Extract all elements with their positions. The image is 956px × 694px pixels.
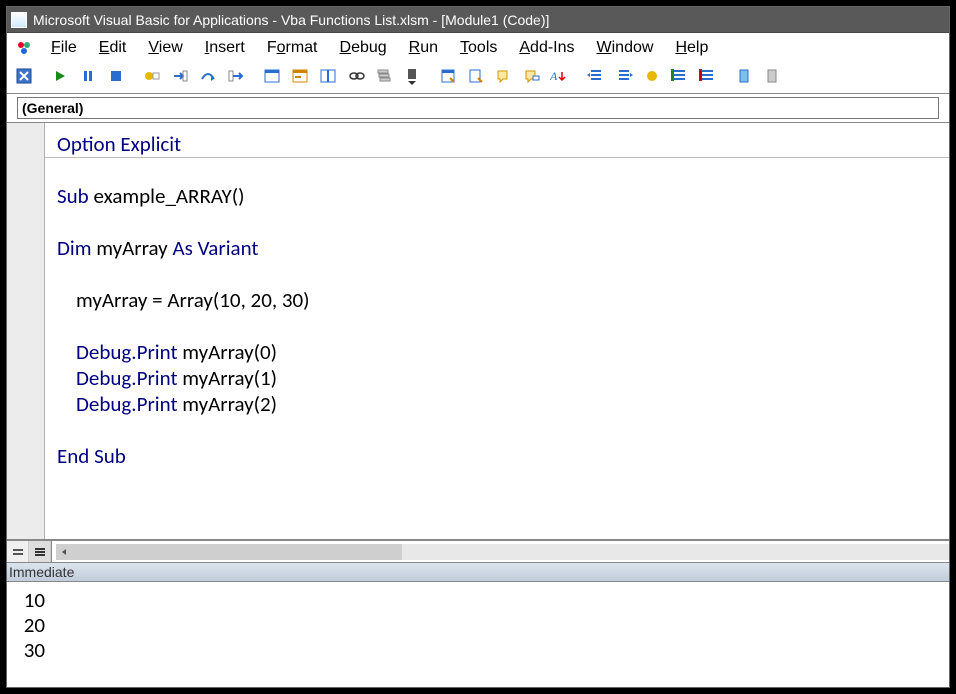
svg-text:A: A — [550, 69, 558, 83]
immediate-window-icon[interactable] — [287, 63, 313, 89]
menu-addins[interactable]: Add-Ins — [509, 37, 584, 59]
toolbar: A — [7, 61, 949, 93]
procedure-view-button[interactable] — [7, 541, 29, 562]
code-area: Option Explicit Sub example_ARRAY() Dim … — [7, 123, 949, 540]
immediate-window[interactable]: 10 20 30 — [7, 582, 949, 687]
locals-window-icon[interactable] — [259, 63, 285, 89]
run-icon[interactable] — [47, 63, 73, 89]
app-icon — [11, 12, 27, 28]
object-dropdown-value: (General) — [22, 100, 83, 116]
step-over-icon[interactable] — [195, 63, 221, 89]
step-out-icon[interactable] — [223, 63, 249, 89]
menu-format[interactable]: Format — [257, 37, 328, 59]
comment-block-icon[interactable] — [667, 63, 693, 89]
menu-tools[interactable]: Tools — [450, 37, 507, 59]
menu-file[interactable]: File — [41, 37, 87, 59]
menu-debug[interactable]: Debug — [330, 37, 397, 59]
menubar: File Edit View Insert Format Debug Run T… — [7, 33, 949, 61]
object-dropdown-bar: (General) — [7, 93, 949, 123]
vbe-window: Microsoft Visual Basic for Applications … — [6, 6, 950, 688]
reset-icon[interactable] — [103, 63, 129, 89]
break-icon[interactable] — [75, 63, 101, 89]
scroll-thumb[interactable] — [72, 544, 402, 560]
breakpoint-hand-icon[interactable] — [639, 63, 665, 89]
margin-indicator-bar[interactable] — [7, 123, 45, 539]
menu-view[interactable]: View — [138, 37, 192, 59]
menu-edit[interactable]: Edit — [89, 37, 137, 59]
call-stack-icon[interactable] — [371, 63, 397, 89]
full-module-view-button[interactable] — [29, 541, 51, 562]
outdent-icon[interactable] — [611, 63, 637, 89]
titlebar[interactable]: Microsoft Visual Basic for Applications … — [7, 7, 949, 33]
horizontal-scrollbar[interactable] — [56, 544, 949, 560]
view-excel-icon[interactable] — [11, 63, 37, 89]
quick-watch-icon[interactable] — [343, 63, 369, 89]
object-dropdown[interactable]: (General) — [17, 97, 939, 119]
indent-icon[interactable] — [583, 63, 609, 89]
vba-addin-icon[interactable] — [13, 37, 35, 59]
menu-window[interactable]: Window — [587, 37, 664, 59]
toggle-breakpoint-icon[interactable] — [139, 63, 165, 89]
menu-help[interactable]: Help — [665, 37, 718, 59]
parameter-info-icon[interactable] — [519, 63, 545, 89]
uncomment-block-icon[interactable] — [695, 63, 721, 89]
scroll-left-icon[interactable] — [56, 544, 72, 560]
list-properties-icon[interactable] — [435, 63, 461, 89]
immediate-window-title[interactable]: Immediate — [7, 562, 949, 582]
list-constants-icon[interactable] — [463, 63, 489, 89]
complete-word-icon[interactable]: A — [547, 63, 573, 89]
bookmark-toggle-icon[interactable] — [731, 63, 757, 89]
quick-info-icon[interactable] — [491, 63, 517, 89]
toolbar-dropdown-icon[interactable] — [399, 63, 425, 89]
window-title: Microsoft Visual Basic for Applications … — [33, 12, 549, 28]
bookmark-next-icon[interactable] — [759, 63, 785, 89]
code-editor[interactable]: Option Explicit Sub example_ARRAY() Dim … — [45, 123, 949, 539]
menu-run[interactable]: Run — [399, 37, 448, 59]
watch-window-icon[interactable] — [315, 63, 341, 89]
menu-insert[interactable]: Insert — [195, 37, 255, 59]
code-view-strip — [7, 540, 949, 562]
step-into-icon[interactable] — [167, 63, 193, 89]
